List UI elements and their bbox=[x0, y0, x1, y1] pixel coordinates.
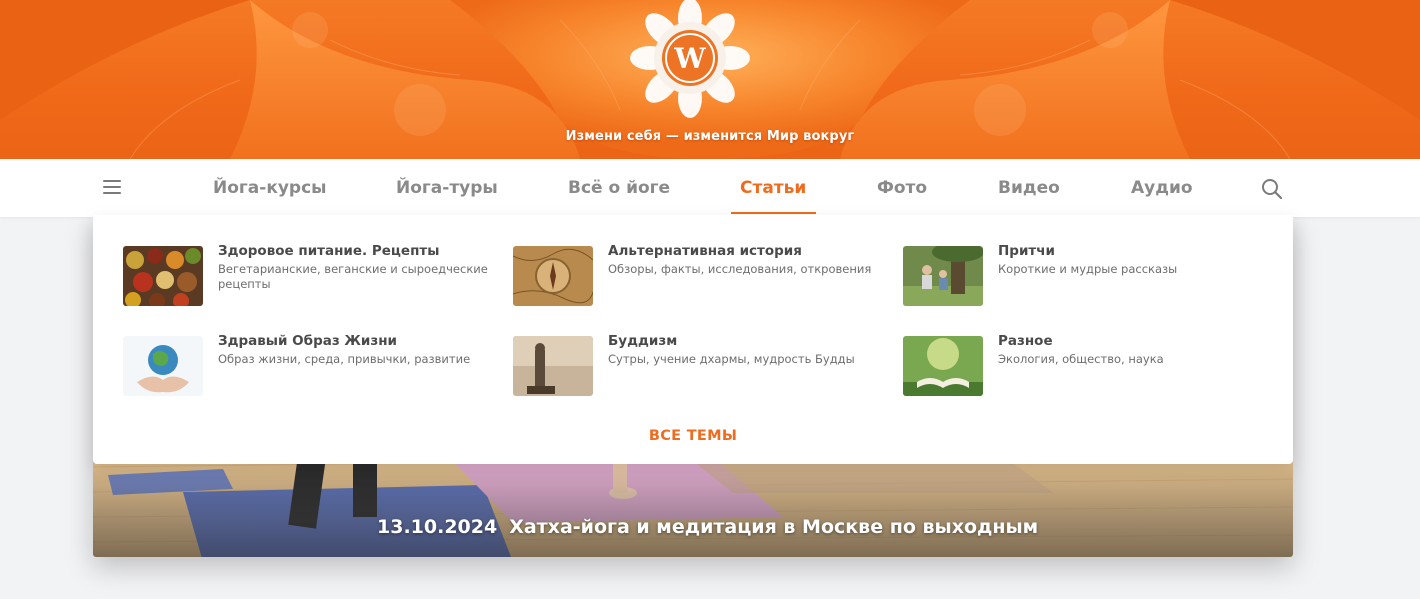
nav-item-photo[interactable]: Фото bbox=[877, 159, 927, 217]
category-buddhism[interactable]: Буддизм Сутры, учение дхармы, мудрость Б… bbox=[513, 333, 893, 398]
hero-article-link[interactable]: 13.10.2024 Хатха-йога и медитация в Москв… bbox=[377, 516, 1038, 538]
articles-dropdown: Здоровое питание. Рецепты Вегетарианские… bbox=[93, 215, 1293, 464]
category-healthy-food[interactable]: Здоровое питание. Рецепты Вегетарианские… bbox=[123, 243, 503, 308]
category-title: Разное bbox=[998, 333, 1053, 349]
nav-item-video[interactable]: Видео bbox=[998, 159, 1060, 217]
globe-hands-thumbnail bbox=[123, 336, 203, 396]
category-description: Вегетарианские, веганские и сыроедческие… bbox=[218, 262, 488, 291]
svg-text:W: W bbox=[673, 42, 706, 75]
map-compass-thumbnail bbox=[513, 246, 593, 306]
main-nav: Йога-курсы Йога-туры Всё о йоге Статьи Ф… bbox=[0, 159, 1420, 217]
spices-thumbnail bbox=[123, 246, 203, 306]
category-description: Обзоры, факты, исследования, откровения bbox=[608, 262, 872, 276]
category-title: Притчи bbox=[998, 243, 1055, 259]
category-alt-history[interactable]: Альтернативная история Обзоры, факты, ис… bbox=[513, 243, 893, 308]
hero-date: 13.10.2024 bbox=[377, 516, 498, 538]
slogan-text: Измени себя — изменится Мир вокруг bbox=[565, 129, 855, 144]
category-description: Экология, общество, наука bbox=[998, 352, 1164, 366]
nav-item-about-yoga[interactable]: Всё о йоге bbox=[568, 159, 670, 217]
search-icon[interactable] bbox=[1261, 178, 1283, 200]
category-healthy-lifestyle[interactable]: Здравый Образ Жизни Образ жизни, среда, … bbox=[123, 333, 503, 398]
category-description: Короткие и мудрые рассказы bbox=[998, 262, 1178, 276]
hero-title: Хатха-йога и медитация в Москве по выход… bbox=[509, 516, 1039, 538]
hero-caption-overlay bbox=[93, 467, 1293, 557]
buddha-statue-thumbnail bbox=[513, 336, 593, 396]
all-topics-link[interactable]: ВСЕ ТЕМЫ bbox=[93, 428, 1293, 444]
category-title: Здравый Образ Жизни bbox=[218, 333, 398, 349]
nav-item-yoga-tours[interactable]: Йога-туры bbox=[396, 159, 498, 217]
active-tab-indicator bbox=[731, 212, 816, 214]
hamburger-menu-icon[interactable] bbox=[103, 180, 123, 196]
category-title: Буддизм bbox=[608, 333, 678, 349]
category-parables[interactable]: Притчи Короткие и мудрые рассказы bbox=[903, 243, 1283, 308]
tree-people-thumbnail bbox=[903, 246, 983, 306]
category-title: Здоровое питание. Рецепты bbox=[218, 243, 440, 259]
category-description: Образ жизни, среда, привычки, развитие bbox=[218, 352, 471, 366]
nav-item-audio[interactable]: Аудио bbox=[1131, 159, 1193, 217]
category-misc[interactable]: Разное Экология, общество, наука bbox=[903, 333, 1283, 398]
nav-item-articles[interactable]: Статьи bbox=[740, 159, 806, 217]
category-description: Сутры, учение дхармы, мудрость Будды bbox=[608, 352, 855, 366]
open-book-thumbnail bbox=[903, 336, 983, 396]
site-logo[interactable]: W bbox=[628, 0, 752, 118]
category-title: Альтернативная история bbox=[608, 243, 802, 259]
nav-item-yoga-courses[interactable]: Йога-курсы bbox=[213, 159, 327, 217]
header-banner: W Измени себя — изменится Мир вокруг bbox=[0, 0, 1420, 159]
